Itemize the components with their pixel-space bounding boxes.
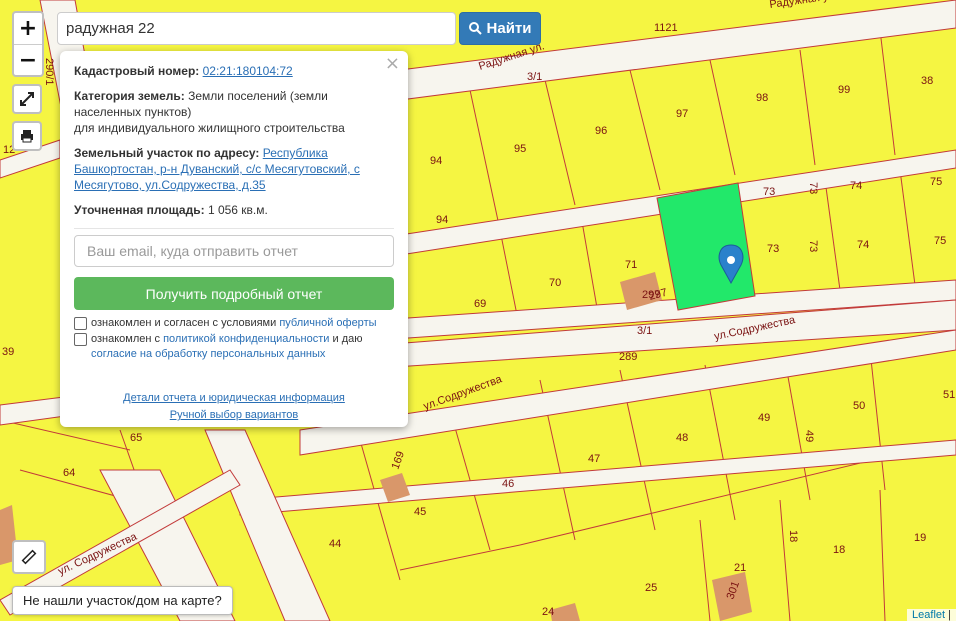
map-attribution: Leaflet | bbox=[907, 609, 956, 621]
search-input[interactable]: радужная 22 bbox=[57, 12, 456, 45]
details-link[interactable]: Детали отчета и юридическая информация bbox=[123, 392, 345, 404]
svg-text:51: 51 bbox=[943, 389, 955, 401]
svg-text:74: 74 bbox=[850, 180, 862, 192]
expand-icon bbox=[20, 92, 34, 106]
svg-text:49: 49 bbox=[803, 430, 815, 442]
svg-text:46: 46 bbox=[502, 478, 514, 490]
privacy-consent: ознакомлен с политикой конфиденциальност… bbox=[74, 332, 394, 362]
printer-icon bbox=[21, 130, 33, 143]
leaflet-link[interactable]: Leaflet bbox=[912, 609, 945, 621]
svg-text:19: 19 bbox=[914, 532, 926, 544]
privacy-policy-link[interactable]: политикой конфиденциальности bbox=[163, 333, 329, 345]
svg-text:39: 39 bbox=[2, 346, 14, 358]
svg-text:3/1: 3/1 bbox=[637, 325, 652, 337]
print-button[interactable] bbox=[12, 121, 42, 151]
svg-text:289: 289 bbox=[619, 351, 637, 363]
zoom-in-button[interactable]: + bbox=[14, 13, 42, 45]
area-label: Уточненная площадь: bbox=[74, 203, 205, 217]
search-button[interactable]: Найти bbox=[459, 12, 541, 45]
svg-text:3/1: 3/1 bbox=[527, 71, 542, 83]
offer-consent-text: ознакомлен и согласен с условиями bbox=[91, 317, 277, 329]
svg-text:73: 73 bbox=[767, 243, 779, 255]
cadastral-label: Кадастровый номер: bbox=[74, 64, 200, 78]
measure-button[interactable] bbox=[12, 540, 46, 574]
svg-text:98: 98 bbox=[756, 92, 768, 104]
svg-text:24: 24 bbox=[542, 606, 554, 618]
ruler-icon bbox=[21, 549, 37, 565]
svg-text:49: 49 bbox=[758, 412, 770, 424]
close-icon[interactable]: × bbox=[385, 55, 400, 73]
svg-text:18: 18 bbox=[787, 530, 799, 542]
area-row: Уточненная площадь: 1 056 кв.м. bbox=[74, 202, 394, 218]
svg-text:65: 65 bbox=[130, 432, 142, 444]
svg-text:94: 94 bbox=[430, 155, 442, 167]
svg-text:48: 48 bbox=[676, 432, 688, 444]
svg-text:73: 73 bbox=[763, 186, 775, 198]
search-button-label: Найти bbox=[486, 20, 532, 37]
svg-text:94: 94 bbox=[436, 214, 448, 226]
offer-consent: ознакомлен и согласен с условиями публич… bbox=[74, 316, 394, 331]
zoom-out-button[interactable]: − bbox=[14, 45, 42, 76]
privacy-consent-middle: и даю bbox=[332, 333, 363, 345]
svg-text:75: 75 bbox=[930, 176, 942, 188]
privacy-consent-text: ознакомлен с bbox=[91, 333, 161, 345]
svg-text:38: 38 bbox=[921, 75, 933, 87]
address-row: Земельный участок по адресу: Республика … bbox=[74, 145, 394, 193]
svg-text:73: 73 bbox=[807, 240, 819, 252]
divider bbox=[74, 228, 394, 229]
fullscreen-button[interactable] bbox=[12, 84, 42, 114]
address-label: Земельный участок по адресу: bbox=[74, 146, 260, 160]
svg-text:47: 47 bbox=[588, 453, 600, 465]
svg-text:64: 64 bbox=[63, 467, 75, 479]
svg-text:45: 45 bbox=[414, 506, 426, 518]
svg-text:25: 25 bbox=[645, 582, 657, 594]
svg-text:50: 50 bbox=[853, 400, 865, 412]
parcel-info-popup: × Кадастровый номер: 02:21:180104:72 Кат… bbox=[60, 51, 408, 427]
search-icon bbox=[468, 22, 482, 35]
svg-text:21: 21 bbox=[734, 562, 746, 574]
category-purpose: для индивидуального жилищного строительс… bbox=[74, 121, 345, 135]
category-row: Категория земель: Земли поселений (земли… bbox=[74, 88, 394, 136]
public-offer-link[interactable]: публичной оферты bbox=[279, 317, 376, 329]
svg-text:73: 73 bbox=[807, 182, 819, 194]
svg-text:75: 75 bbox=[934, 235, 946, 247]
cadastral-number-link[interactable]: 02:21:180104:72 bbox=[203, 64, 293, 78]
svg-text:70: 70 bbox=[549, 277, 561, 289]
offer-checkbox[interactable] bbox=[74, 317, 87, 330]
category-label: Категория земель: bbox=[74, 89, 185, 103]
svg-text:1121: 1121 bbox=[654, 22, 678, 34]
popup-links: Детали отчета и юридическая информация Р… bbox=[74, 390, 394, 424]
personal-data-consent-link[interactable]: согласие на обработку персональных данны… bbox=[91, 348, 325, 360]
svg-text:96: 96 bbox=[595, 125, 607, 137]
svg-text:95: 95 bbox=[514, 143, 526, 155]
zoom-control: + − bbox=[12, 11, 44, 77]
manual-select-link[interactable]: Ручной выбор вариантов bbox=[170, 409, 298, 421]
area-value: 1 056 кв.м. bbox=[207, 203, 268, 217]
svg-text:97: 97 bbox=[676, 108, 688, 120]
email-field[interactable]: Ваш email, куда отправить отчет bbox=[74, 235, 394, 267]
not-found-button[interactable]: Не нашли участок/дом на карте? bbox=[12, 586, 233, 615]
svg-text:290/1: 290/1 bbox=[43, 58, 55, 86]
cadastral-row: Кадастровый номер: 02:21:180104:72 bbox=[74, 63, 394, 79]
svg-text:99: 99 bbox=[838, 84, 850, 96]
privacy-checkbox[interactable] bbox=[74, 333, 87, 346]
attribution-separator: | bbox=[948, 609, 951, 621]
svg-text:69: 69 bbox=[474, 298, 486, 310]
svg-text:71: 71 bbox=[625, 259, 637, 271]
svg-text:18: 18 bbox=[833, 544, 845, 556]
svg-text:44: 44 bbox=[329, 538, 341, 550]
get-report-button[interactable]: Получить подробный отчет bbox=[74, 277, 394, 310]
svg-text:74: 74 bbox=[857, 239, 869, 251]
